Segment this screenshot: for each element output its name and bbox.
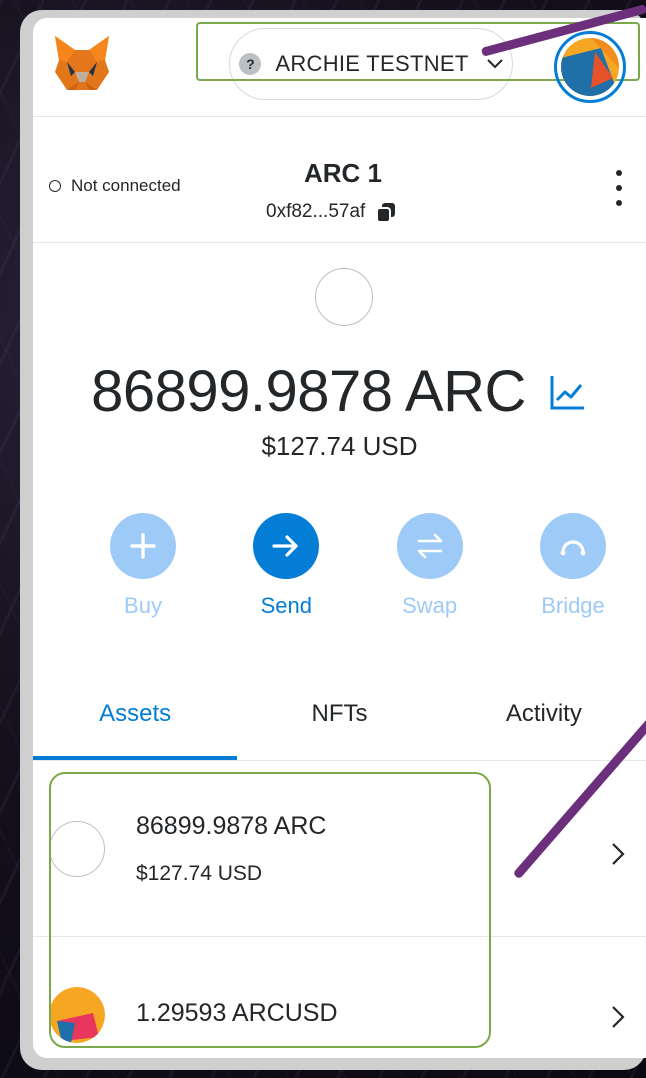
wallet-popup: ? ARCHIE TESTNET Not connected ARC 1 0xf… — [33, 18, 646, 1058]
send-button[interactable]: Send — [236, 513, 336, 619]
account-identicon — [561, 38, 619, 96]
bridge-button[interactable]: Bridge — [523, 513, 623, 619]
balance-row: 86899.9878 ARC — [33, 358, 646, 425]
annotation-highlight-assets — [49, 772, 491, 1048]
account-menu-avatar[interactable] — [554, 31, 626, 103]
chevron-right-icon — [612, 843, 625, 865]
primary-balance: 86899.9878 ARC — [91, 359, 526, 424]
account-address: 0xf82...57af — [266, 201, 366, 222]
tab-assets[interactable]: Assets — [33, 686, 238, 760]
plus-icon — [110, 513, 176, 579]
chevron-right-icon — [612, 1006, 625, 1028]
buy-label: Buy — [124, 593, 162, 618]
bridge-icon — [539, 513, 606, 579]
wallet-actions: Buy Send Swap Bridge — [93, 513, 623, 619]
native-token-icon — [315, 268, 373, 326]
account-name: ARC 1 — [303, 158, 382, 188]
portfolio-chart-icon[interactable] — [548, 372, 588, 412]
swap-button[interactable]: Swap — [380, 513, 480, 619]
account-divider — [33, 242, 646, 243]
send-label: Send — [260, 593, 313, 618]
swap-label: Swap — [402, 593, 458, 618]
arrow-right-icon — [253, 513, 320, 579]
fiat-balance: $127.74 USD — [261, 431, 418, 461]
account-address-copy[interactable]: 0xf82...57af — [266, 201, 397, 223]
tab-activity[interactable]: Activity — [442, 686, 646, 760]
account-options-kebab-icon[interactable] — [613, 170, 625, 206]
header-divider — [33, 116, 646, 117]
copy-icon — [376, 203, 396, 223]
wallet-tabs: Assets NFTs Activity — [33, 686, 646, 760]
metamask-fox-logo — [55, 36, 109, 90]
swap-icon — [396, 513, 463, 579]
buy-button[interactable]: Buy — [93, 513, 193, 619]
bridge-label: Bridge — [541, 593, 605, 618]
tab-nfts[interactable]: NFTs — [237, 686, 441, 760]
